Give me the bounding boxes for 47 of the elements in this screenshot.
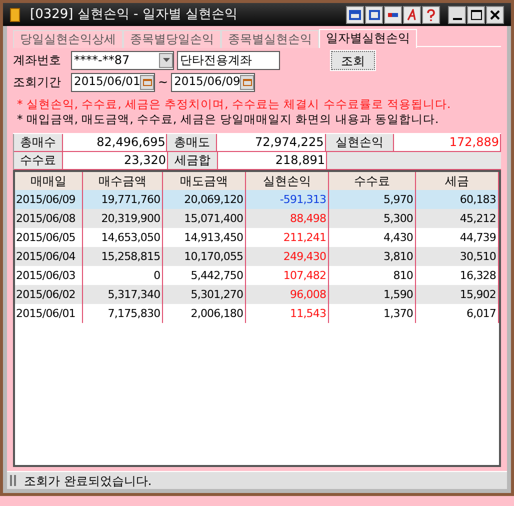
period-label: 조회기간 <box>13 74 62 91</box>
table-cell: 6,017 <box>416 304 499 323</box>
end-date-field[interactable]: 2015/06/09 <box>171 72 256 92</box>
query-button[interactable]: 조회 <box>331 50 375 70</box>
table-row[interactable]: 2015/06/03 0 5,442,750 107,482 810 16,328 <box>15 266 499 285</box>
status-message: 조회가 완료되었습니다. <box>24 472 152 490</box>
table-cell: 2,006,180 <box>163 304 246 323</box>
summary-value: 218,891 <box>218 152 327 169</box>
calendar-icon[interactable] <box>240 74 254 90</box>
account-name-field: 단타전용계좌 <box>177 50 280 70</box>
table-cell: 7,175,830 <box>83 304 164 323</box>
window-title: [0329] 실현손익 - 일자별 실현손익 <box>30 6 238 24</box>
summary-value: 82,496,695 <box>62 134 168 151</box>
summary-label: 실현손익 <box>326 134 394 151</box>
help-icon[interactable] <box>422 6 440 24</box>
account-label: 계좌번호 <box>13 52 62 69</box>
minimize-icon[interactable] <box>448 6 466 24</box>
calendar-icon[interactable] <box>140 74 154 90</box>
summary-value: 72,974,225 <box>217 134 326 151</box>
table-row[interactable]: 2015/06/08 20,319,900 15,071,400 88,498 5,300 45,212 <box>15 209 499 228</box>
summary-value: 23,320 <box>63 152 168 169</box>
table-row[interactable]: 2015/06/04 15,258,815 10,170,055 249,430 3,810 30,510 <box>15 247 499 266</box>
tab[interactable]: 종목별실현손익 <box>221 30 319 48</box>
range-separator: ~ <box>158 74 168 91</box>
table-cell: 1,370 <box>329 304 416 323</box>
table-row[interactable]: 2015/06/02 5,317,340 5,301,270 96,008 1,590 15,902 <box>15 285 499 304</box>
note-text: * 실현손익, 수수료, 세금은 추정치이며, 수수료는 체결시 수수료률로 적용됩니다. <box>17 97 452 111</box>
pin-icon[interactable] <box>384 6 402 24</box>
window-layout-icon[interactable] <box>346 6 364 24</box>
maximize-icon[interactable] <box>467 6 485 24</box>
close-icon[interactable] <box>486 6 504 24</box>
app-icon <box>10 8 20 22</box>
note-text: * 매입금액, 매도금액, 수수료, 세금은 당일매매일지 화면의 내용과 동일합니다. <box>17 112 440 126</box>
table-cell: 11,543 <box>246 304 330 323</box>
account-dropdown[interactable]: ****-**87 <box>71 50 174 70</box>
table-row[interactable]: 2015/06/09 19,771,760 20,069,120 -591,313 5,970 60,183 <box>15 190 499 209</box>
tab[interactable]: 당일실현손익상세 <box>13 30 123 48</box>
start-date-field[interactable]: 2015/06/01 <box>71 72 155 92</box>
summary-value: 172,889 <box>394 134 501 151</box>
table-row[interactable]: 2015/06/05 14,653,050 14,913,450 211,241 4,430 44,739 <box>15 228 499 247</box>
table-row[interactable]: 2015/06/01 7,175,830 2,006,180 11,543 1,370 6,017 <box>15 304 499 323</box>
table-cell: 2015/06/01 <box>15 304 84 323</box>
tab[interactable]: 종목별당일손익 <box>123 30 221 48</box>
font-icon[interactable] <box>403 6 421 24</box>
grip-icon <box>10 475 16 486</box>
windows-icon[interactable] <box>365 6 383 24</box>
tab[interactable]: 일자별실현손익 <box>319 29 417 48</box>
